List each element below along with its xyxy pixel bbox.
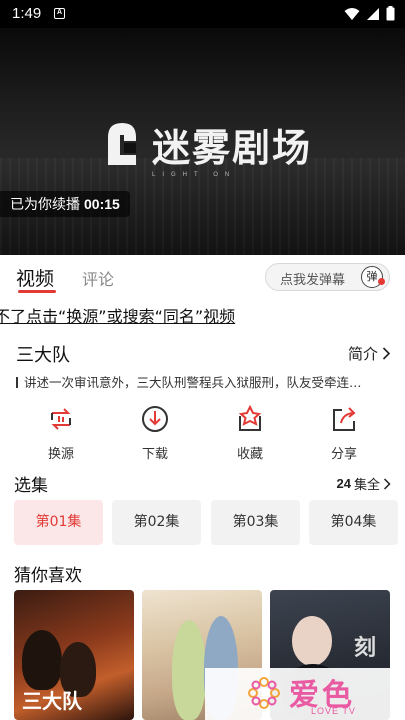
chevron-right-icon [382,347,391,360]
favorite-button[interactable]: 收藏 [215,400,285,462]
danmaku-placeholder: 点我发弹幕 [280,273,346,288]
show-title: 三大队 [16,345,70,366]
download-icon [142,406,168,432]
resume-text: 已为你续播 [10,197,80,213]
poster-figure [22,630,62,690]
description-bar [16,377,18,388]
episode-button[interactable]: 第03集 [211,500,300,545]
episode-suffix: 集全 [353,478,380,493]
episode-list: 第01集 第02集 第03集 第04集 [14,500,398,546]
poster-title: 刻 [354,636,377,661]
recommend-title: 猜你喜欢 [14,566,82,586]
action-label: 换源 [47,447,74,462]
tabs-row: 视频 评论 点我发弹幕 弹 [0,258,405,296]
notification-icon: A [54,8,65,19]
tab-indicator [18,290,56,293]
status-icons [344,6,395,21]
share-icon [333,407,356,431]
signal-icon [367,7,379,20]
switch-source-icon [51,408,71,430]
brand-logo: 迷雾剧场 [102,114,312,174]
switch-source-button[interactable]: 换源 [26,400,96,462]
recommend-poster[interactable]: 三大队 [14,590,134,720]
action-bar: 换源 下载 收藏 分享 [0,400,405,462]
episode-count: 24 [336,476,351,491]
tab-video[interactable]: 视频 [16,264,54,291]
danmaku-input[interactable]: 点我发弹幕 弹 [265,263,390,291]
watermark: 爱色 LOVE TV [205,668,405,720]
source-notice-link[interactable]: 不了点击“换源”或搜索“同名”视频 [0,303,235,327]
action-label: 分享 [330,447,357,462]
danmaku-status-dot [378,278,385,285]
intro-button[interactable]: 简介 [348,343,391,364]
all-episodes-button[interactable]: 24 集全 [337,474,391,493]
flower-logo-icon [248,677,280,709]
poster-title: 三大队 [22,689,82,713]
episode-button[interactable]: 第02集 [112,500,201,545]
action-label: 收藏 [236,447,263,462]
intro-label: 简介 [347,345,378,363]
watermark-subtext: LOVE TV [311,706,356,716]
episode-button[interactable]: 第04集 [309,500,398,545]
download-button[interactable]: 下载 [120,400,190,462]
poster-figure [292,616,332,666]
episode-button[interactable]: 第01集 [14,500,103,545]
brand-title: 迷雾剧场 [152,125,313,170]
share-button[interactable]: 分享 [309,400,379,462]
favorite-icon [238,404,262,431]
tab-comment[interactable]: 评论 [82,266,114,290]
chevron-right-icon [383,477,391,490]
status-time: 1:49 [12,5,42,22]
episodes-title: 选集 [14,476,48,496]
video-player[interactable]: 迷雾剧场 LIGHT ON 已为你续播 00:15 [0,28,405,255]
brand-subtitle: LIGHT ON [152,172,237,178]
action-label: 下载 [141,447,168,462]
wifi-icon [344,7,360,20]
brand-mark-icon [108,123,136,165]
poster-figure [172,620,206,720]
battery-icon [386,6,395,21]
show-description: 讲述一次审讯意外，三大队刑警程兵入狱服刑，队友受牵连… [16,372,391,391]
status-bar: 1:49 A [0,0,405,28]
resume-time: 00:15 [84,196,120,212]
resume-badge: 已为你续播 00:15 [0,191,130,217]
description-text: 讲述一次审讯意外，三大队刑警程兵入狱服刑，队友受牵连… [24,375,362,390]
